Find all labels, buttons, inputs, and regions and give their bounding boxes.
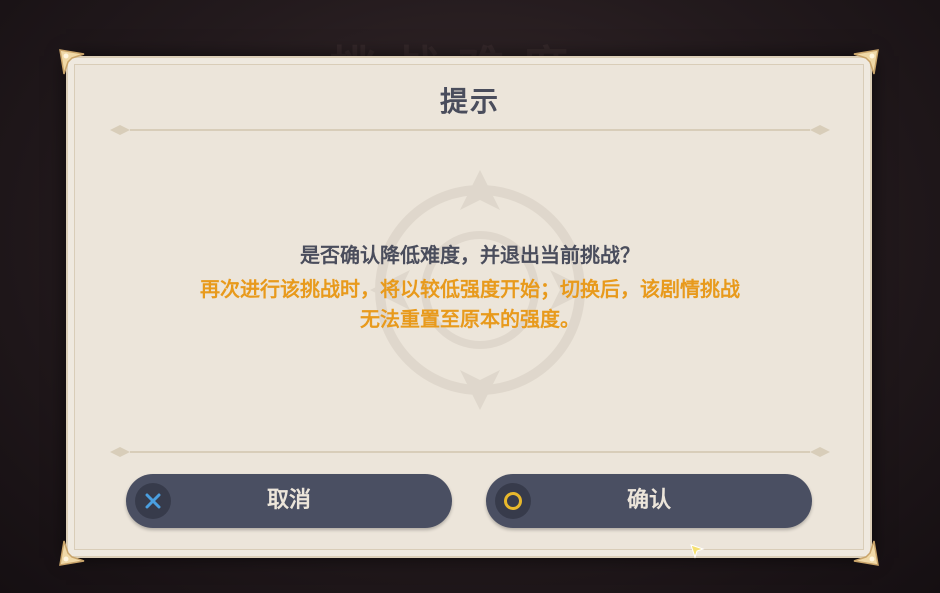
corner-ornament-icon (58, 48, 88, 78)
divider-ornament (110, 124, 830, 136)
corner-ornament-icon (850, 48, 880, 78)
dialog-title: 提示 (439, 85, 500, 118)
cancel-button-label: 取消 (266, 488, 311, 513)
sparkle-icon (689, 543, 705, 559)
warning-text-line1: 再次进行该挑战时，将以较低强度开始；切换后，该剧情挑战 (200, 277, 740, 301)
confirm-message: 是否确认降低难度，并退出当前挑战？ (300, 243, 640, 267)
confirm-button[interactable]: 确认 (486, 474, 812, 528)
corner-ornament-icon (850, 537, 880, 567)
divider-ornament (110, 446, 830, 458)
warning-text-line2: 无法重置至原本的强度。 (360, 307, 580, 331)
corner-ornament-icon (58, 537, 88, 567)
confirm-button-label: 确认 (626, 488, 671, 513)
cancel-button[interactable]: 取消 (126, 474, 452, 528)
